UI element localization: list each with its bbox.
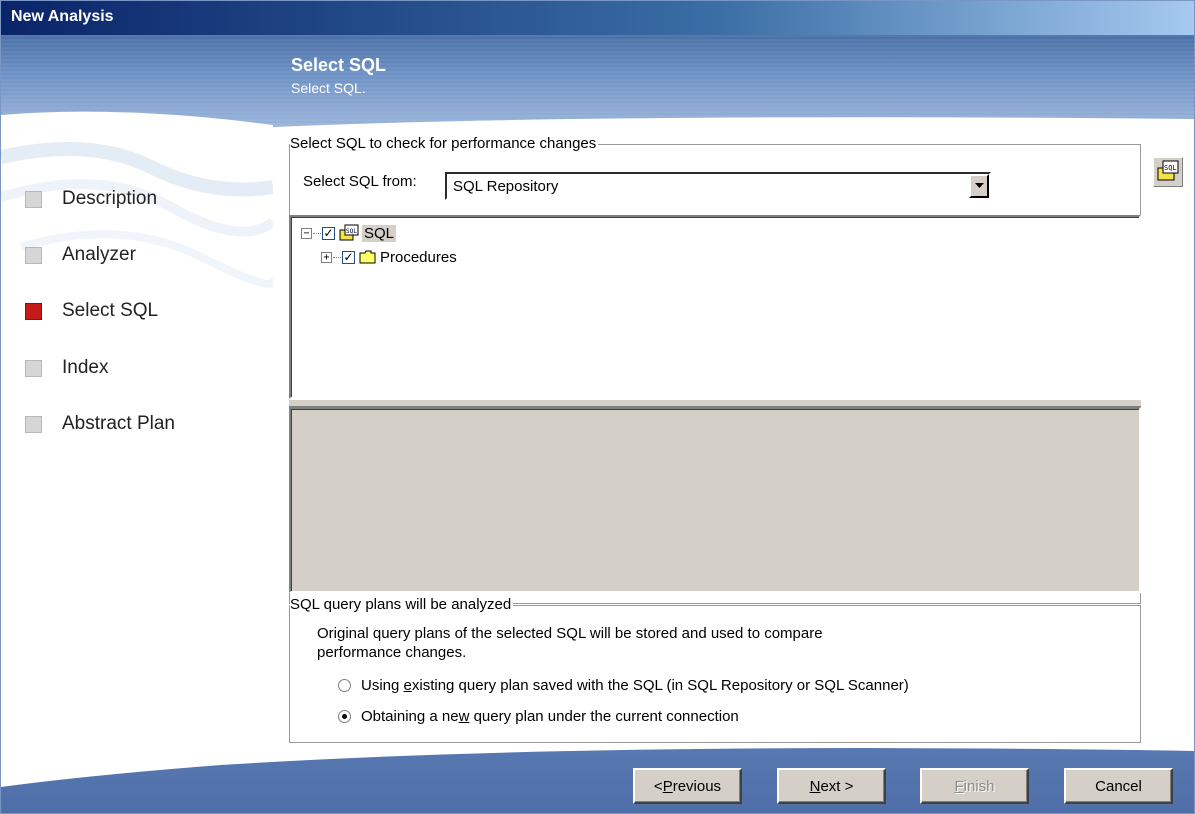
step-indicator [25,415,42,433]
select-from-dropdown[interactable]: SQL Repository [445,172,991,200]
folder-icon [359,250,376,264]
tree-node-sql[interactable]: − ✓ SQL SQL [301,223,397,243]
dropdown-button[interactable] [969,174,989,198]
step-select-sql[interactable]: Select SQL [25,297,158,325]
step-label: Index [62,357,109,378]
sql-detail-pane [289,407,1141,593]
cancel-button[interactable]: Cancel [1064,768,1173,804]
select-from-label: Select SQL from: [303,173,417,190]
query-plans-legend: SQL query plans will be analyzed [290,596,514,613]
radio-button[interactable] [338,679,351,692]
radio-existing-plan[interactable]: Using existing query plan saved with the… [338,677,909,694]
sql-folder-icon: SQL [1157,160,1179,181]
step-indicator [25,359,42,377]
step-analyzer[interactable]: Analyzer [25,241,136,269]
step-index[interactable]: Index [25,354,108,382]
title-bar[interactable]: New Analysis [1,1,1194,35]
window-title: New Analysis [11,8,114,25]
select-sql-legend: Select SQL to check for performance chan… [290,135,599,152]
tree-node-label: SQL [362,224,397,242]
pane-splitter[interactable] [289,399,1141,407]
wizard-steps-nav: Description Analyzer Select SQL Index Ab… [1,127,273,747]
tree-line [313,232,321,234]
select-from-row: Select SQL from: [303,173,425,190]
sql-checkbox[interactable]: ✓ [322,226,335,240]
step-abstract-plan[interactable]: Abstract Plan [25,410,175,438]
sql-repository-button[interactable]: SQL [1153,157,1183,187]
collapse-icon[interactable]: − [301,227,312,239]
plans-description-2: performance changes. [317,644,467,661]
new-analysis-window: New Analysis Select SQL Select SQL. Desc… [0,0,1195,814]
procedures-checkbox[interactable]: ✓ [342,250,355,264]
step-label: Analyzer [62,244,136,265]
step-label: Abstract Plan [62,413,175,434]
radio-label: Obtaining a new query plan under the cur… [361,708,739,725]
banner-curve [1,111,1194,135]
radio-button-selected[interactable] [338,710,351,723]
tree-node-procedures[interactable]: + ✓ Procedures [321,247,457,267]
sql-tree[interactable]: − ✓ SQL SQL + ✓ Procedures [289,215,1141,399]
step-label: Description [62,188,158,209]
step-indicator [25,190,42,208]
select-from-value: SQL Repository [453,178,559,195]
svg-text:SQL: SQL [1164,164,1177,172]
expand-icon[interactable]: + [321,251,332,263]
tree-node-label: Procedures [380,248,457,266]
step-label: Select SQL [62,300,159,321]
radio-label: Using existing query plan saved with the… [361,677,909,694]
previous-button[interactable]: < Previous [633,768,742,804]
step-indicator [25,246,42,264]
chevron-down-icon [974,183,984,188]
svg-text:SQL: SQL [346,228,357,235]
tree-line [333,256,341,258]
finish-button[interactable]: Finish [920,768,1029,804]
step-indicator-active [25,302,42,320]
sql-folder-icon: SQL [339,224,359,241]
step-description[interactable]: Description [25,185,157,213]
radio-new-plan[interactable]: Obtaining a new query plan under the cur… [338,708,739,725]
next-button[interactable]: Next > [777,768,886,804]
plans-description: Original query plans of the selected SQL… [317,625,823,642]
